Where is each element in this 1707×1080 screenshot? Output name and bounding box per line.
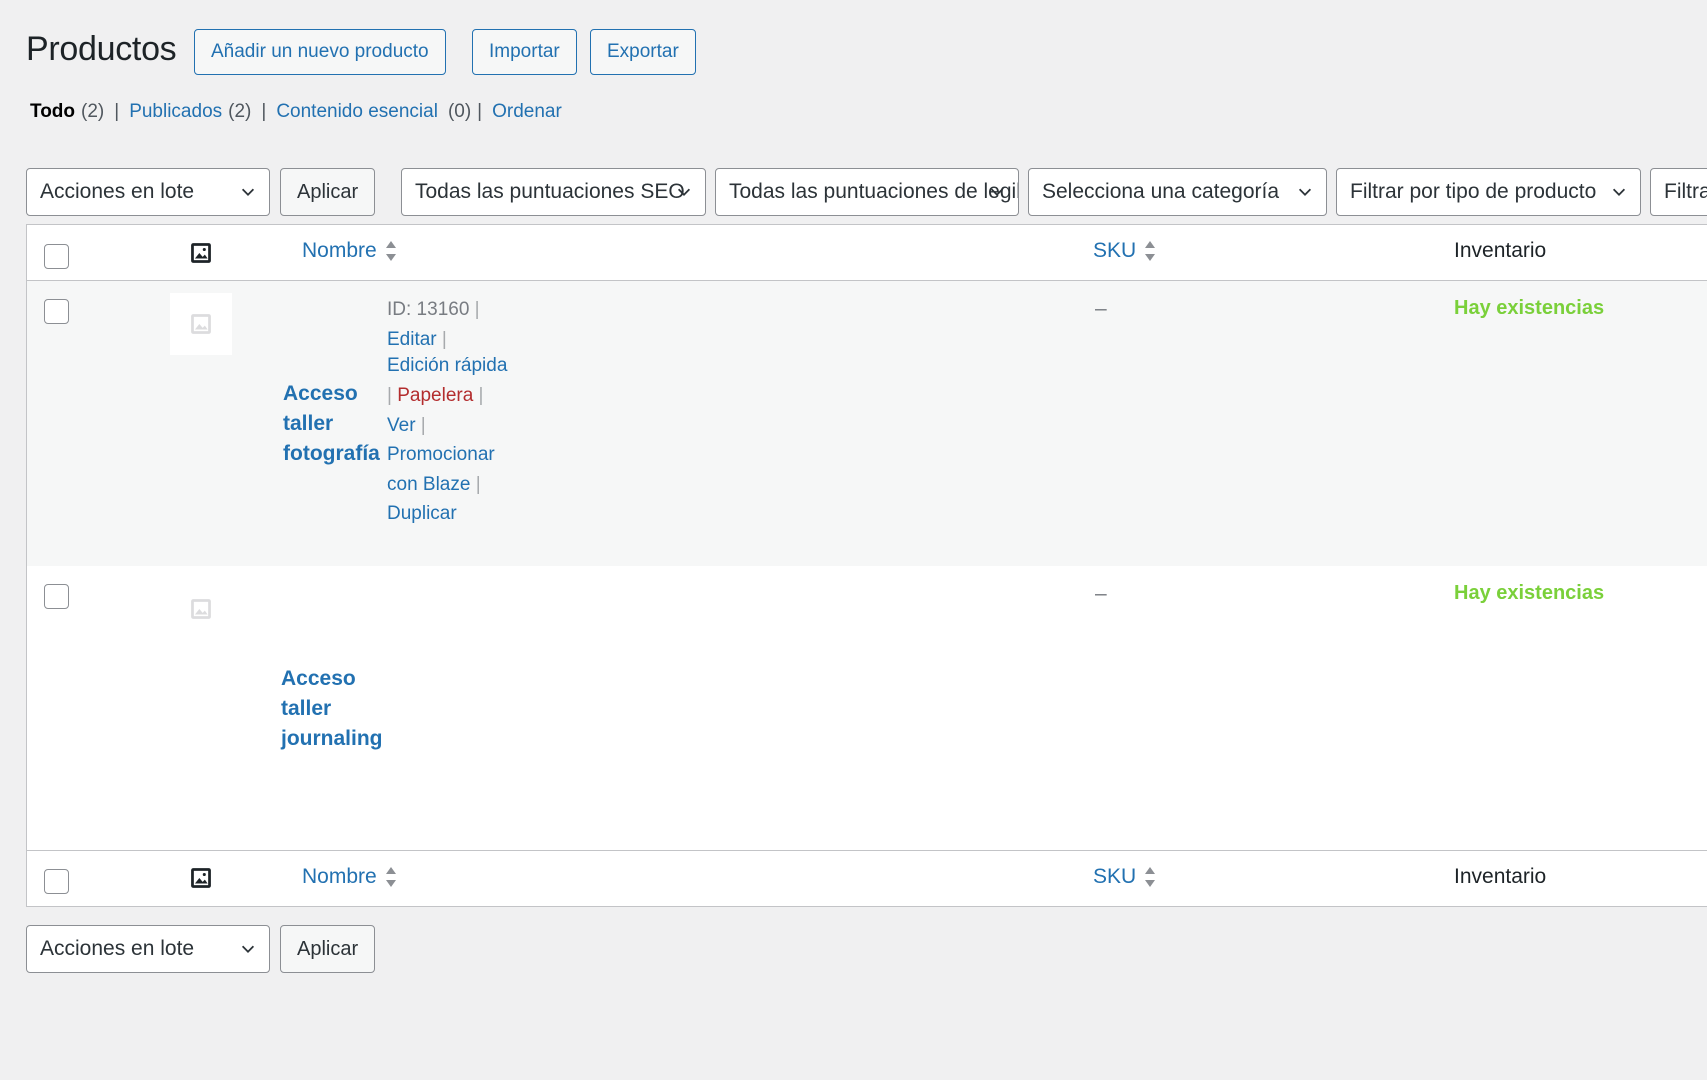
sort-icon (385, 241, 396, 261)
view-cornerstone[interactable]: Contenido esencial (276, 101, 438, 123)
view-all[interactable]: Todo (30, 101, 75, 123)
column-name-sort[interactable]: Nombre (302, 239, 397, 263)
table-row: Acceso taller fotografía ID: 13160 | Edi… (27, 281, 1707, 566)
stock-status: Hay existencias (1454, 582, 1605, 604)
column-sku-label: SKU (1093, 239, 1137, 262)
quick-edit-link[interactable]: Edición rápida (387, 355, 507, 376)
readability-score-filter[interactable]: Todas las puntuaciones de legibilidad (715, 168, 1019, 216)
chevron-down-icon (241, 188, 255, 196)
bulk-actions-value: Acciones en lote (40, 937, 195, 960)
product-id: ID: 13160 (387, 299, 470, 320)
column-sku-sort-bottom[interactable]: SKU (1093, 865, 1156, 889)
sort-icon (1145, 867, 1156, 887)
separator: | (477, 101, 483, 122)
view-cornerstone-count: (0) (447, 101, 472, 122)
table-row: Acceso taller journaling – Hay existenci… (27, 566, 1707, 850)
seo-score-value: Todas las puntuaciones SEO (415, 180, 685, 203)
bulk-actions-value: Acciones en lote (40, 180, 195, 203)
export-button[interactable]: Exportar (590, 29, 696, 75)
column-sku-label: SKU (1093, 865, 1137, 888)
import-button[interactable]: Importar (472, 29, 577, 75)
view-link[interactable]: Ver (387, 415, 416, 436)
product-name-link[interactable]: Acceso taller journaling (281, 664, 391, 754)
readability-score-value: Todas las puntuaciones de legibilidad (729, 180, 1018, 203)
product-thumbnail[interactable] (170, 578, 232, 640)
seo-score-filter[interactable]: Todas las puntuaciones SEO (401, 168, 706, 216)
column-sku-sort[interactable]: SKU (1093, 239, 1156, 263)
column-name-sort-bottom[interactable]: Nombre (302, 865, 397, 889)
chevron-down-icon (241, 945, 255, 953)
product-type-filter[interactable]: Filtrar por tipo de producto (1336, 168, 1641, 216)
select-all-checkbox[interactable] (44, 244, 69, 269)
column-name-label: Nombre (302, 239, 377, 262)
view-published-count: (2) (228, 101, 252, 122)
chevron-down-icon (990, 188, 1004, 196)
row-checkbox[interactable] (44, 299, 69, 324)
separator: | (261, 101, 267, 122)
placeholder-image-icon (191, 599, 211, 619)
page-title: Productos (26, 30, 177, 68)
row-actions: ID: 13160 | Editar | Edición rápida | Pa… (387, 299, 508, 524)
column-stock-label: Inventario (1454, 239, 1547, 262)
view-all-count: (2) (81, 101, 105, 122)
view-filters: Todo (2) | Publicados (2) | Contenido es… (30, 101, 562, 123)
stock-status-filter[interactable]: Filtrar por estado de inventario (1650, 168, 1707, 216)
bulk-actions-select-top[interactable]: Acciones en lote (26, 168, 270, 216)
products-table: Nombre SKU Inventario Acceso taller foto… (26, 224, 1707, 907)
stock-status-value: Filtrar por estado de inventario (1664, 180, 1707, 203)
column-stock-label: Inventario (1454, 865, 1547, 888)
column-name-label: Nombre (302, 865, 377, 888)
separator: | (114, 101, 120, 122)
sku-value: – (1095, 297, 1107, 320)
sku-value: – (1095, 582, 1107, 605)
chevron-down-icon (677, 188, 691, 196)
product-thumbnail[interactable] (170, 293, 232, 355)
trash-link[interactable]: Papelera (397, 385, 473, 406)
sort-icon (1145, 241, 1156, 261)
view-published[interactable]: Publicados (129, 101, 222, 123)
edit-link[interactable]: Editar (387, 329, 437, 350)
row-checkbox[interactable] (44, 584, 69, 609)
table-footer: Nombre SKU Inventario (27, 850, 1707, 906)
table-header: Nombre SKU Inventario (27, 225, 1707, 281)
chevron-down-icon (1298, 188, 1312, 196)
product-name-link[interactable]: Acceso taller fotografía (283, 379, 393, 469)
placeholder-image-icon (191, 314, 211, 334)
bulk-actions-select-bottom[interactable]: Acciones en lote (26, 925, 270, 973)
image-icon (191, 243, 211, 263)
sort-icon (385, 867, 396, 887)
chevron-down-icon (1612, 188, 1626, 196)
apply-button-bottom[interactable]: Aplicar (280, 925, 376, 973)
category-filter[interactable]: Selecciona una categoría (1028, 168, 1327, 216)
view-sort[interactable]: Ordenar (492, 101, 562, 123)
product-type-value: Filtrar por tipo de producto (1350, 180, 1597, 203)
category-value: Selecciona una categoría (1042, 180, 1279, 203)
duplicate-link[interactable]: Duplicar (387, 503, 457, 524)
apply-button-top[interactable]: Aplicar (280, 168, 376, 216)
image-icon (191, 868, 211, 888)
stock-status: Hay existencias (1454, 297, 1605, 319)
add-new-product-button[interactable]: Añadir un nuevo producto (194, 29, 446, 75)
select-all-checkbox-bottom[interactable] (44, 869, 69, 894)
